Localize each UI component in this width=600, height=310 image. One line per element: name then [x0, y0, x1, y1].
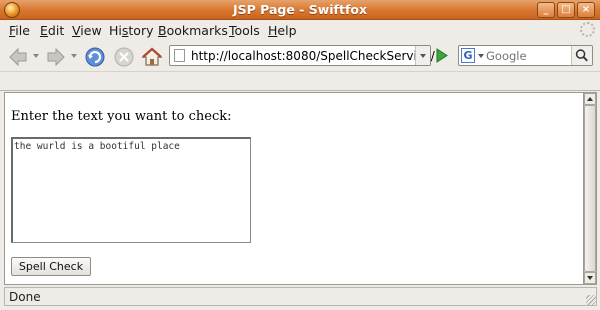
magnifier-icon[interactable]: [571, 46, 592, 65]
forward-arrow-icon[interactable]: [45, 46, 67, 68]
menu-bookmarks[interactable]: Bookmarks: [158, 23, 228, 38]
home-icon[interactable]: [141, 46, 163, 68]
menu-history[interactable]: History: [109, 23, 153, 38]
search-engine-dropdown-icon[interactable]: [478, 54, 484, 58]
menu-history-label: tory: [128, 23, 154, 38]
url-text[interactable]: http://localhost:8080/SpellCheckService/: [191, 49, 435, 63]
menu-bookmarks-mnemonic: B: [158, 23, 167, 38]
url-history-dropdown-icon[interactable]: [415, 46, 430, 65]
menu-help-label: elp: [277, 23, 297, 38]
back-arrow-icon[interactable]: [7, 46, 29, 68]
menu-view-label: iew: [80, 23, 102, 38]
menu-bookmarks-label: ookmarks: [166, 23, 228, 38]
menu-edit-label: dit: [47, 23, 65, 38]
vertical-scrollbar[interactable]: [584, 92, 597, 285]
status-text: Done: [9, 290, 41, 304]
google-icon[interactable]: G: [461, 48, 475, 63]
scroll-thumb[interactable]: [584, 105, 596, 272]
stop-icon[interactable]: [113, 46, 135, 68]
menu-help[interactable]: Help: [268, 23, 297, 38]
go-arrow-icon[interactable]: [432, 46, 451, 65]
reload-icon[interactable]: [84, 46, 106, 68]
scroll-up-arrow-icon[interactable]: [584, 93, 596, 105]
forward-history-dropdown-icon[interactable]: [71, 54, 77, 58]
activity-throbber-icon: [580, 22, 595, 37]
search-input[interactable]: [486, 48, 568, 63]
menu-file-label: ile: [15, 23, 30, 38]
menu-bar: File Edit View History Bookmarks Tools H…: [0, 21, 600, 40]
menu-file[interactable]: File: [9, 23, 30, 38]
menu-edit[interactable]: Edit: [40, 23, 64, 38]
window-title: JSP Page - Swiftfox: [232, 2, 368, 17]
resize-grip[interactable]: [586, 295, 596, 305]
menu-edit-mnemonic: E: [40, 23, 48, 38]
menu-tools-label: ools: [234, 23, 260, 38]
close-button[interactable]: ×: [577, 2, 595, 18]
search-box[interactable]: G: [458, 45, 593, 66]
spellcheck-textarea[interactable]: the wurld is a bootiful place: [11, 137, 251, 243]
menu-view[interactable]: View: [72, 23, 102, 38]
bookmarks-toolbar: [0, 73, 600, 91]
url-bar[interactable]: http://localhost:8080/SpellCheckService/: [169, 45, 435, 66]
spell-check-button[interactable]: Spell Check: [11, 257, 91, 276]
window-titlebar[interactable]: JSP Page - Swiftfox _ □ ×: [0, 0, 600, 20]
menu-tools[interactable]: Tools: [229, 23, 260, 38]
maximize-button[interactable]: □: [557, 2, 575, 18]
minimize-button[interactable]: _: [537, 2, 555, 18]
page-content: Enter the text you want to check: the wu…: [4, 92, 584, 285]
status-bar: Done: [4, 287, 597, 306]
menu-help-mnemonic: H: [268, 23, 278, 38]
page-favicon-icon: [174, 49, 185, 62]
back-history-dropdown-icon[interactable]: [33, 54, 39, 58]
spellcheck-prompt: Enter the text you want to check:: [11, 109, 232, 124]
menu-history-prefix: Hi: [109, 23, 122, 38]
scroll-down-arrow-icon[interactable]: [584, 272, 596, 284]
